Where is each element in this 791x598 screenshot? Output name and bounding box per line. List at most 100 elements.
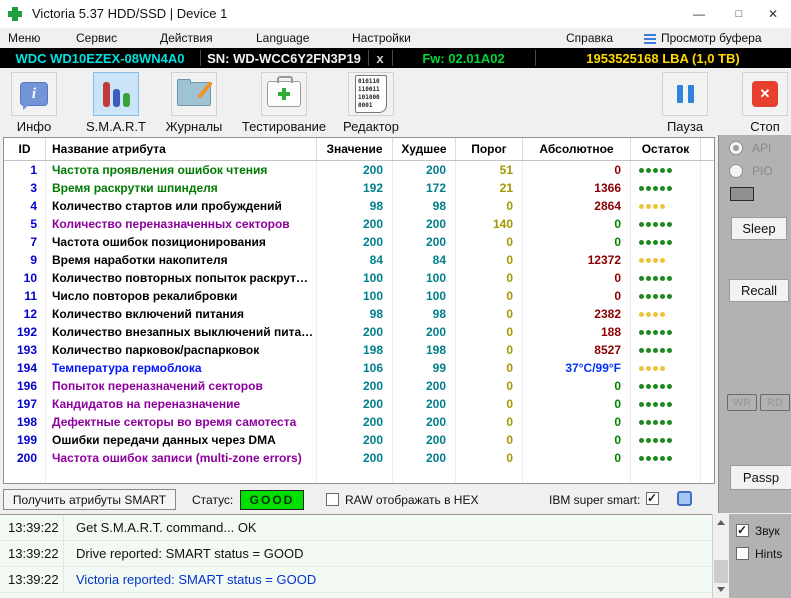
smart-button[interactable]: S.M.A.R.T xyxy=(78,72,154,134)
journals-button[interactable]: Журналы xyxy=(160,72,228,134)
attr-value: 200 xyxy=(317,161,393,179)
table-row[interactable]: 1 Частота проявления ошибок чтения 200 2… xyxy=(4,161,714,179)
attr-health-dots xyxy=(631,341,701,359)
log-entry: 13:39:22 Drive reported: SMART status = … xyxy=(0,541,712,567)
device-bar: WDC WD10EZEX-08WN4A0 SN: WD-WCC6Y2FN3P19… xyxy=(0,48,791,68)
attr-rest xyxy=(701,251,714,269)
attr-threshold: 0 xyxy=(456,341,523,359)
attr-value: 200 xyxy=(317,431,393,449)
device-model[interactable]: WDC WD10EZEX-08WN4A0 xyxy=(0,48,200,68)
col-value[interactable]: Значение xyxy=(317,138,393,160)
attr-id: 12 xyxy=(4,305,46,323)
attr-value: 198 xyxy=(317,341,393,359)
attr-value: 100 xyxy=(317,287,393,305)
attr-absolute: 0 xyxy=(523,413,631,431)
attr-worst: 200 xyxy=(393,215,456,233)
attr-absolute: 2382 xyxy=(523,305,631,323)
minimize-button[interactable]: — xyxy=(682,0,716,28)
info-button[interactable]: i Инфо xyxy=(6,72,62,134)
table-row[interactable]: 11 Число повторов рекалибровки 100 100 0… xyxy=(4,287,714,305)
attr-threshold: 0 xyxy=(456,377,523,395)
scroll-up-icon[interactable] xyxy=(717,520,725,525)
pause-button[interactable]: Пауза xyxy=(660,72,710,134)
col-name[interactable]: Название атрибута xyxy=(46,138,317,160)
stop-button[interactable]: ✕ Стоп xyxy=(740,72,790,134)
table-row[interactable]: 12 Количество включений питания 98 98 0 … xyxy=(4,305,714,323)
attr-rest xyxy=(701,377,714,395)
passport-button[interactable]: Passp xyxy=(730,465,791,490)
menu-item[interactable]: Настройки xyxy=(352,31,411,45)
menu-item[interactable]: Сервис xyxy=(76,31,117,45)
attr-name: Частота ошибок записи (multi-zone errors… xyxy=(46,449,317,467)
attr-health-dots xyxy=(631,197,701,215)
attr-name: Количество повторных попыток раскрут… xyxy=(46,269,317,287)
col-worst[interactable]: Худшее xyxy=(393,138,456,160)
attr-rest xyxy=(701,269,714,287)
attr-id: 198 xyxy=(4,413,46,431)
attr-health-dots xyxy=(631,431,701,449)
table-row[interactable]: 197 Кандидатов на переназначение 200 200… xyxy=(4,395,714,413)
table-row[interactable]: 200 Частота ошибок записи (multi-zone er… xyxy=(4,449,714,467)
col-absolute[interactable]: Абсолютное xyxy=(523,138,631,160)
table-row[interactable]: 3 Время раскрутки шпинделя 192 172 21 13… xyxy=(4,179,714,197)
attr-value: 100 xyxy=(317,269,393,287)
attr-absolute: 1366 xyxy=(523,179,631,197)
attr-absolute: 0 xyxy=(523,431,631,449)
menu-item[interactable]: Меню xyxy=(8,31,40,45)
sound-checkbox[interactable] xyxy=(736,523,749,537)
table-row[interactable]: 192 Количество внезапных выключений пита… xyxy=(4,323,714,341)
buffer-view-button[interactable]: Просмотр буфера xyxy=(644,31,762,45)
recall-button[interactable]: Recall xyxy=(729,279,789,302)
attr-threshold: 0 xyxy=(456,323,523,341)
maximize-button[interactable]: □ xyxy=(722,0,756,28)
table-row[interactable]: 196 Попыток переназначений секторов 200 … xyxy=(4,377,714,395)
table-row[interactable]: 199 Ошибки передачи данных через DMA 200… xyxy=(4,431,714,449)
attr-rest xyxy=(701,431,714,449)
attr-rest xyxy=(701,395,714,413)
attr-id: 7 xyxy=(4,233,46,251)
attr-value: 98 xyxy=(317,305,393,323)
attr-name: Количество парковок/распарковок xyxy=(46,341,317,359)
table-row[interactable]: 4 Количество стартов или пробуждений 98 … xyxy=(4,197,714,215)
menu-item[interactable]: Действия xyxy=(160,31,213,45)
attr-absolute: 0 xyxy=(523,233,631,251)
binary-line: 0001 xyxy=(358,102,373,109)
device-firmware: Fw: 02.01A02 xyxy=(422,50,505,66)
attr-threshold: 0 xyxy=(456,197,523,215)
testing-button[interactable]: Тестирование xyxy=(238,72,330,134)
menu-item[interactable]: Справка xyxy=(566,31,613,45)
hints-checkbox[interactable] xyxy=(736,547,749,560)
attr-id: 196 xyxy=(4,377,46,395)
table-row[interactable]: 10 Количество повторных попыток раскрут…… xyxy=(4,269,714,287)
scroll-thumb[interactable] xyxy=(714,560,728,583)
log-scrollbar[interactable] xyxy=(712,514,729,598)
table-row[interactable]: 198 Дефектные секторы во время самотеста… xyxy=(4,413,714,431)
get-smart-attributes-button[interactable]: Получить атрибуты SMART xyxy=(3,489,176,510)
ibm-super-smart-checkbox[interactable] xyxy=(646,491,659,505)
app-plus-icon xyxy=(8,7,22,21)
ibm-color-swatch[interactable] xyxy=(677,491,692,506)
close-button[interactable]: ✕ xyxy=(756,0,790,28)
col-id[interactable]: ID xyxy=(4,138,46,160)
attr-health-dots xyxy=(631,287,701,305)
attr-rest xyxy=(701,179,714,197)
stop-x-icon: ✕ xyxy=(752,81,778,107)
table-row[interactable]: 7 Частота ошибок позиционирования 200 20… xyxy=(4,233,714,251)
menu-item[interactable]: Language xyxy=(256,31,309,45)
table-row[interactable]: 194 Температура гермоблока 106 99 0 37°C… xyxy=(4,359,714,377)
col-health[interactable]: Остаток xyxy=(631,138,701,160)
scroll-down-icon[interactable] xyxy=(717,587,725,592)
attr-name: Количество включений питания xyxy=(46,305,317,323)
table-row[interactable]: 9 Время наработки накопителя 84 84 0 123… xyxy=(4,251,714,269)
col-threshold[interactable]: Порог xyxy=(456,138,523,160)
serial-close-icon[interactable]: x xyxy=(368,48,392,68)
attr-name: Попыток переназначений секторов xyxy=(46,377,317,395)
table-row[interactable]: 193 Количество парковок/распарковок 198 … xyxy=(4,341,714,359)
attr-threshold: 0 xyxy=(456,359,523,377)
editor-button[interactable]: 010110 110011 101000 0001 Редактор xyxy=(336,72,406,134)
attr-health-dots xyxy=(631,161,701,179)
sleep-button[interactable]: Sleep xyxy=(731,217,787,240)
raw-hex-checkbox[interactable] xyxy=(326,493,339,506)
table-row[interactable]: 5 Количество переназначенных секторов 20… xyxy=(4,215,714,233)
binary-line: 110011 xyxy=(358,86,380,93)
